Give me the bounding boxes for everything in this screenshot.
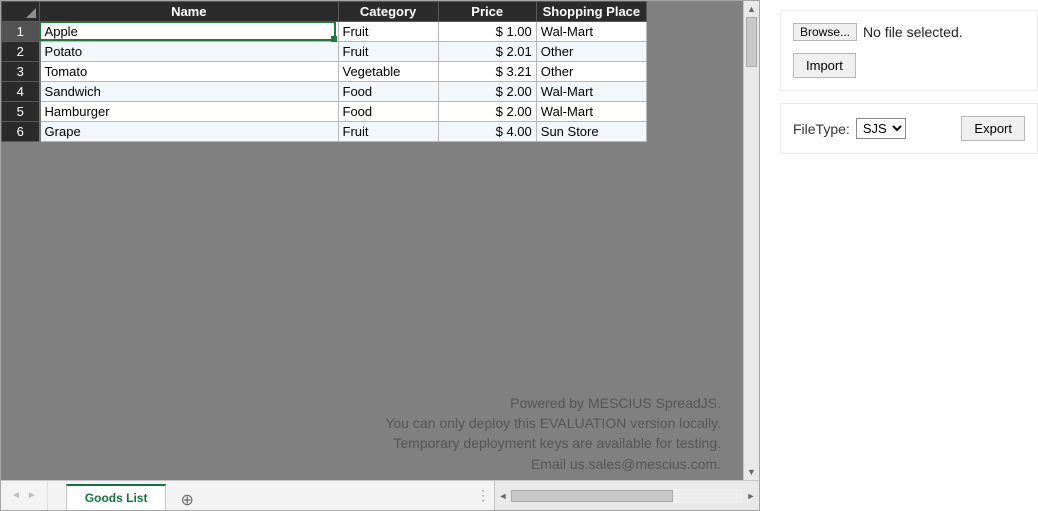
sheet-tab-goods-list[interactable]: Goods List — [66, 484, 167, 510]
tab-nav-prev-icon[interactable]: ◄ — [9, 490, 23, 501]
file-status-text: No file selected. — [863, 24, 963, 40]
horizontal-scrollbar[interactable]: ◄ ► — [494, 481, 759, 510]
cell-category[interactable]: Fruit — [338, 42, 438, 62]
cell-category[interactable]: Food — [338, 102, 438, 122]
table-row: 3 Tomato Vegetable $ 3.21 Other — [2, 62, 647, 82]
cell-shop[interactable]: Wal-Mart — [536, 82, 646, 102]
scroll-left-arrow-icon[interactable]: ◄ — [495, 481, 511, 510]
export-button[interactable]: Export — [961, 116, 1025, 141]
cell-category[interactable]: Fruit — [338, 22, 438, 42]
tab-nav: ◄ ► — [1, 481, 48, 510]
cell-shop[interactable]: Wal-Mart — [536, 22, 646, 42]
tab-nav-next-icon[interactable]: ► — [25, 490, 39, 501]
cell-name[interactable]: Apple — [40, 22, 338, 42]
row-header[interactable]: 3 — [2, 62, 40, 82]
table-row: 6 Grape Fruit $ 4.00 Sun Store — [2, 122, 647, 142]
plus-icon: ⊕ — [180, 490, 193, 510]
row-header[interactable]: 5 — [2, 102, 40, 122]
col-header-price[interactable]: Price — [438, 2, 536, 22]
row-header[interactable]: 6 — [2, 122, 40, 142]
scroll-down-arrow-icon[interactable]: ▼ — [744, 464, 759, 480]
table-row: 4 Sandwich Food $ 2.00 Wal-Mart — [2, 82, 647, 102]
tab-strip: ◄ ► Goods List ⊕ ◄ ► — [1, 480, 759, 510]
col-header-name[interactable]: Name — [40, 2, 338, 22]
export-panel: FileType: SJS Export — [780, 103, 1038, 154]
horizontal-scroll-track[interactable] — [511, 489, 743, 503]
cell-price[interactable]: $ 3.21 — [438, 62, 536, 82]
evaluation-watermark: Powered by MESCIUS SpreadJS. You can onl… — [385, 393, 721, 474]
cell-price[interactable]: $ 2.00 — [438, 82, 536, 102]
watermark-line: You can only deploy this EVALUATION vers… — [385, 413, 721, 433]
cell-shop[interactable]: Sun Store — [536, 122, 646, 142]
vertical-scroll-thumb[interactable] — [746, 17, 757, 67]
table-row: 2 Potato Fruit $ 2.01 Other — [2, 42, 647, 62]
cell-name[interactable]: Potato — [40, 42, 338, 62]
sheet-table: Name Category Price Shopping Place 1 App… — [1, 1, 647, 142]
grid-area: Name Category Price Shopping Place 1 App… — [1, 1, 759, 480]
row-header[interactable]: 1 — [2, 22, 40, 42]
tabs: Goods List ⊕ — [48, 481, 208, 510]
col-header-shopping-place[interactable]: Shopping Place — [536, 2, 646, 22]
horizontal-scroll-thumb[interactable] — [511, 490, 673, 502]
watermark-line: Email us.sales@mescius.com. — [385, 454, 721, 474]
tabstrip-resize-handle[interactable] — [472, 481, 494, 510]
cell-price[interactable]: $ 2.01 — [438, 42, 536, 62]
spreadsheet-pane: Name Category Price Shopping Place 1 App… — [0, 0, 760, 511]
select-all-corner[interactable] — [2, 2, 40, 22]
cell-name[interactable]: Sandwich — [40, 82, 338, 102]
table-row: 1 Apple Fruit $ 1.00 Wal-Mart — [2, 22, 647, 42]
watermark-line: Powered by MESCIUS SpreadJS. — [385, 393, 721, 413]
side-panel: Browse... No file selected. Import FileT… — [780, 0, 1038, 511]
row-header[interactable]: 2 — [2, 42, 40, 62]
vertical-scrollbar[interactable]: ▲ ▼ — [743, 1, 759, 480]
cell-shop[interactable]: Other — [536, 42, 646, 62]
cell-shop[interactable]: Wal-Mart — [536, 102, 646, 122]
filetype-select[interactable]: SJS — [856, 118, 906, 139]
cell-category[interactable]: Fruit — [338, 122, 438, 142]
cell-category[interactable]: Food — [338, 82, 438, 102]
cell-price[interactable]: $ 1.00 — [438, 22, 536, 42]
browse-button[interactable]: Browse... — [793, 23, 857, 41]
import-button[interactable]: Import — [793, 53, 856, 78]
table-row: 5 Hamburger Food $ 2.00 Wal-Mart — [2, 102, 647, 122]
cell-price[interactable]: $ 2.00 — [438, 102, 536, 122]
col-header-category[interactable]: Category — [338, 2, 438, 22]
watermark-line: Temporary deployment keys are available … — [385, 433, 721, 453]
row-header[interactable]: 4 — [2, 82, 40, 102]
cell-shop[interactable]: Other — [536, 62, 646, 82]
cell-name[interactable]: Tomato — [40, 62, 338, 82]
filetype-label: FileType: — [793, 121, 850, 137]
cell-name[interactable]: Hamburger — [40, 102, 338, 122]
import-panel: Browse... No file selected. Import — [780, 10, 1038, 91]
add-sheet-button[interactable]: ⊕ — [166, 490, 207, 510]
cell-name[interactable]: Grape — [40, 122, 338, 142]
cell-price[interactable]: $ 4.00 — [438, 122, 536, 142]
scroll-right-arrow-icon[interactable]: ► — [743, 481, 759, 510]
cell-category[interactable]: Vegetable — [338, 62, 438, 82]
grid-clip: Name Category Price Shopping Place 1 App… — [1, 1, 743, 480]
scroll-up-arrow-icon[interactable]: ▲ — [744, 1, 759, 17]
